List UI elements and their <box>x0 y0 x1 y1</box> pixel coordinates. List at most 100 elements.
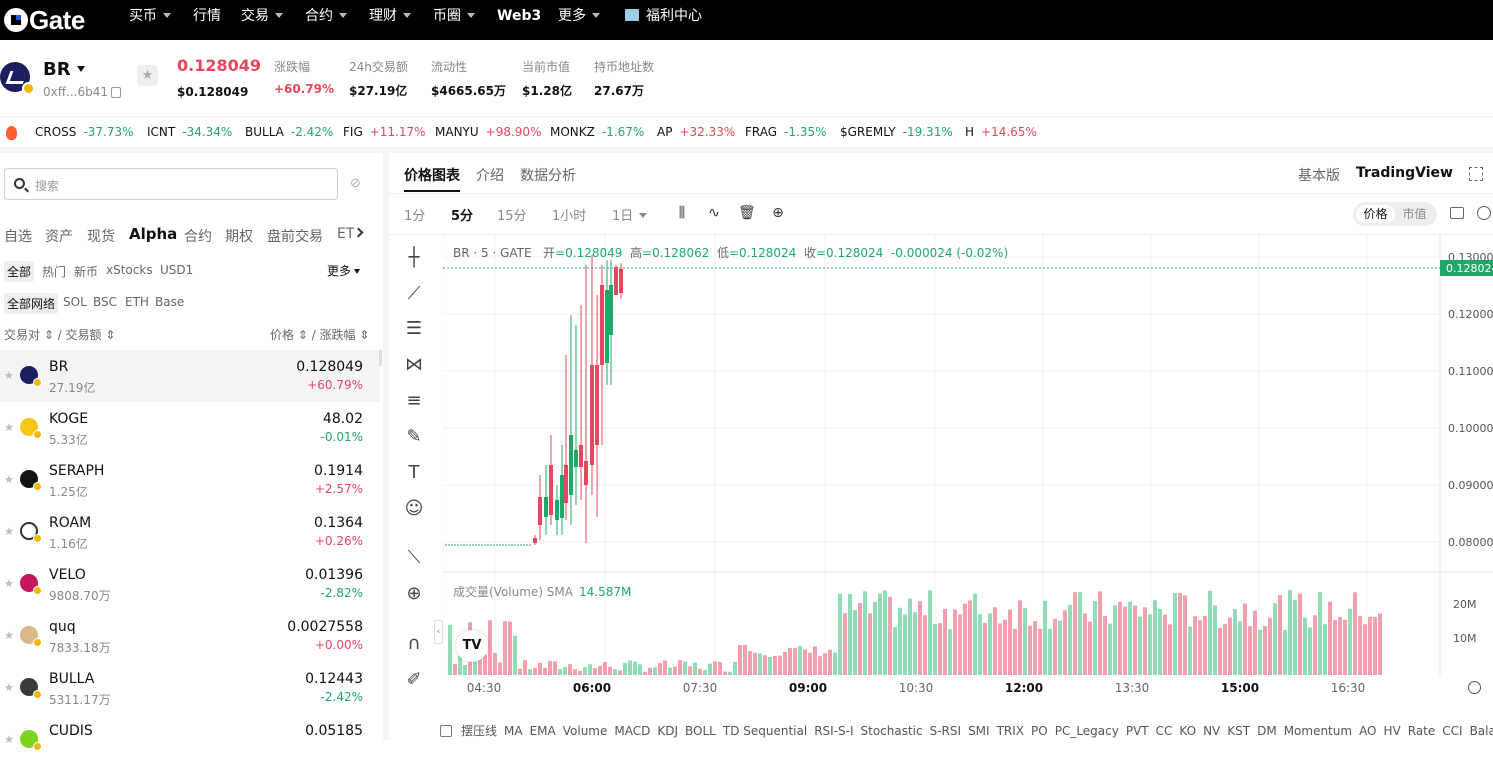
indicator-item[interactable]: PO <box>1031 724 1048 738</box>
market-row[interactable]: ★ VELO 9808.70万 0.01396 -2.82% <box>0 558 380 610</box>
toggle-price[interactable]: 价格 <box>1356 205 1395 223</box>
ticker-item[interactable]: BULLA -2.42% <box>245 125 333 139</box>
left-tab[interactable]: 自选 <box>4 226 32 246</box>
timeframe-button[interactable]: 15分 <box>497 205 527 224</box>
tab-price-chart[interactable]: 价格图表 <box>404 165 460 185</box>
market-row[interactable]: ★ KOGE 5.33亿 48.02 -0.01% <box>0 402 380 454</box>
indicator-item[interactable]: CC <box>1156 724 1173 738</box>
lock-drawing-icon[interactable]: ✐ <box>400 666 428 694</box>
filter-chip[interactable]: 热门 <box>39 261 69 282</box>
filter-chip[interactable]: 全部 <box>4 261 35 282</box>
left-tab[interactable]: 合约 <box>184 226 212 246</box>
emoji-icon[interactable]: ☺ <box>400 495 428 523</box>
indicator-item[interactable]: Stochastic <box>861 724 923 738</box>
filter-off-icon[interactable]: ⊘ <box>350 176 364 191</box>
ticker-item[interactable]: CROSS -37.73% <box>35 125 134 139</box>
market-row[interactable]: ★ quq 7833.18万 0.0027558 +0.00% <box>0 610 380 662</box>
indicator-item[interactable]: MACD <box>614 724 650 738</box>
price-chart[interactable]: 0.1300000.1200000.1100000.1000000.090000… <box>443 235 1493 705</box>
ticker-item[interactable]: MONKZ -1.67% <box>550 125 644 139</box>
more-dropdown[interactable]: 更多 <box>327 262 360 279</box>
indicator-item[interactable]: Momentum <box>1284 724 1352 738</box>
col-header-price-change[interactable]: 价格 ⇕ / 涨跌幅 ⇕ <box>270 326 369 343</box>
indicator-item[interactable]: AO <box>1359 724 1376 738</box>
star-icon[interactable]: ★ <box>4 629 14 642</box>
indicator-item[interactable]: KO <box>1179 724 1196 738</box>
indicator-item[interactable]: CCI <box>1442 724 1462 738</box>
nav-item-circle[interactable]: 币圈 <box>433 0 475 40</box>
horizontal-lines-icon[interactable]: ☰ <box>400 315 428 343</box>
filter-chip[interactable]: xStocks <box>103 261 156 279</box>
price-mcap-toggle[interactable]: 价格 市值 <box>1353 202 1437 226</box>
tradingview-button[interactable]: TradingView <box>1356 165 1453 181</box>
network-chip[interactable]: BSC <box>90 293 120 311</box>
magnet-icon[interactable]: ∩ <box>400 630 428 658</box>
nav-item-market[interactable]: 行情 <box>193 0 221 40</box>
indicator-item[interactable]: EMA <box>530 724 556 738</box>
chevron-right-icon[interactable] <box>353 227 364 238</box>
zoom-in-icon[interactable]: ⊕ <box>400 580 428 608</box>
market-row[interactable]: ★ SERAPH 1.25亿 0.1914 +2.57% <box>0 454 380 506</box>
collapse-toolbar-button[interactable]: ‹ <box>434 620 443 644</box>
text-icon[interactable]: T <box>400 459 428 487</box>
axis-settings-icon[interactable] <box>1468 681 1481 694</box>
timeframe-button[interactable]: 1小时 <box>552 205 586 224</box>
indicator-item[interactable]: KST <box>1227 724 1250 738</box>
brush-icon[interactable]: ✎ <box>400 423 428 451</box>
copy-icon[interactable] <box>111 87 121 98</box>
ticker-item[interactable]: FIG +11.17% <box>343 125 426 139</box>
crosshair-icon[interactable]: ┼ <box>400 244 428 272</box>
compare-icon[interactable]: ⊕ <box>770 205 786 221</box>
indicator-item[interactable]: KDJ <box>657 724 678 738</box>
indicator-item[interactable]: RSI-S-I <box>814 724 853 738</box>
candle-style-icon[interactable]: ⫼ <box>674 205 690 221</box>
indicator-item[interactable]: PVT <box>1126 724 1149 738</box>
market-row[interactable]: ★ ROAM 1.16亿 0.1364 +0.26% <box>0 506 380 558</box>
left-tab[interactable]: 现货 <box>87 226 115 246</box>
ticker-item[interactable]: H +14.65% <box>965 125 1037 139</box>
network-chip[interactable]: SOL <box>60 293 90 311</box>
indicator-item[interactable]: Bala <box>1470 724 1493 738</box>
favorite-button[interactable]: ★ <box>137 65 158 86</box>
fib-icon[interactable]: ≡ <box>400 387 428 415</box>
star-icon[interactable]: ★ <box>4 525 14 538</box>
search-input[interactable]: 搜索 <box>4 168 338 200</box>
star-icon[interactable]: ★ <box>4 421 14 434</box>
filter-chip[interactable]: USD1 <box>157 261 196 279</box>
gate-logo[interactable]: Gate <box>4 5 85 35</box>
tab-data-analysis[interactable]: 数据分析 <box>520 165 576 185</box>
calendar-icon[interactable] <box>440 725 452 737</box>
scrollbar[interactable] <box>379 350 382 366</box>
network-chip[interactable]: Base <box>152 293 187 311</box>
star-icon[interactable]: ★ <box>4 369 14 382</box>
settings-icon[interactable] <box>1477 206 1491 220</box>
network-chip[interactable]: ETH <box>122 293 152 311</box>
nav-item-buy[interactable]: 买币 <box>129 0 171 40</box>
ticker-item[interactable]: FRAG -1.35% <box>745 125 827 139</box>
delete-icon[interactable]: 🗑︎ <box>738 205 756 221</box>
indicator-item[interactable]: TD Sequential <box>723 724 807 738</box>
basic-version-button[interactable]: 基本版 <box>1298 165 1340 185</box>
star-icon[interactable]: ★ <box>4 577 14 590</box>
indicator-item[interactable]: BOLL <box>685 724 716 738</box>
star-icon[interactable]: ★ <box>4 473 14 486</box>
left-tab[interactable]: 资产 <box>45 226 73 246</box>
fullscreen-icon[interactable] <box>1469 167 1483 181</box>
filter-chip[interactable]: 新币 <box>71 261 101 282</box>
indicator-item[interactable]: PC_Legacy <box>1055 724 1119 738</box>
timeframe-button[interactable]: 1分 <box>404 205 425 224</box>
left-tab[interactable]: Alpha <box>129 225 177 243</box>
timeframe-button[interactable]: 5分 <box>451 205 473 224</box>
left-tab[interactable]: 期权 <box>225 226 253 246</box>
ticker-item[interactable]: $GREMLY -19.31% <box>840 125 953 139</box>
token-dropdown-icon[interactable] <box>77 66 85 72</box>
indicator-item[interactable]: 摆压线 <box>461 724 497 738</box>
nav-item-trade[interactable]: 交易 <box>241 0 283 40</box>
indicator-item[interactable]: NV <box>1203 724 1220 738</box>
col-header-pair-volume[interactable]: 交易对 ⇕ / 交易额 ⇕ <box>4 326 115 343</box>
nav-item-web3[interactable]: Web3 <box>497 0 541 40</box>
token-symbol[interactable]: BR <box>43 59 71 80</box>
indicator-item[interactable]: Rate <box>1408 724 1436 738</box>
left-tab[interactable]: 盘前交易 <box>267 226 323 246</box>
tradingview-logo[interactable]: TV <box>456 630 488 662</box>
